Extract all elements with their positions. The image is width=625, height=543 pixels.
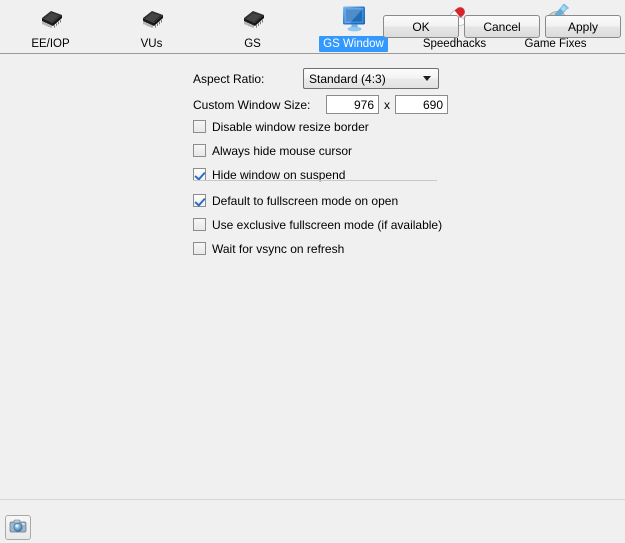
screenshot-button[interactable] (5, 515, 31, 540)
toolbar-item-vus[interactable]: VUs (101, 0, 202, 52)
checkbox-use-exclusive-fullscreen-mode[interactable]: Use exclusive fullscreen mode (if availa… (193, 216, 442, 233)
aspect-ratio-select[interactable]: Standard (4:3) (303, 68, 439, 89)
toolbar-item-label: GS (244, 38, 261, 50)
checkbox-box[interactable] (193, 242, 206, 255)
toolbar-item-label: GS Window (319, 36, 388, 52)
chevron-down-icon (423, 76, 431, 81)
checkbox-label: Wait for vsync on refresh (212, 241, 345, 256)
window-height-input[interactable] (395, 95, 448, 114)
checkbox-disable-window-resize-border[interactable]: Disable window resize border (193, 118, 369, 135)
ok-button[interactable]: OK (383, 15, 459, 38)
checkbox-wait-for-vsync-on-refresh[interactable]: Wait for vsync on refresh (193, 240, 344, 257)
camera-icon (9, 518, 27, 537)
chip-icon (237, 4, 269, 34)
toolbar-item-label: Game Fixes (524, 38, 587, 50)
checkbox-label: Disable window resize border (212, 119, 369, 134)
chip-icon (136, 4, 168, 34)
apply-button[interactable]: Apply (545, 15, 621, 38)
toolbar-item-label: Speedhacks (422, 38, 487, 50)
size-separator: x (384, 97, 390, 112)
custom-window-size-label: Custom Window Size: (193, 97, 311, 112)
toolbar-item-label: EE/IOP (31, 38, 70, 50)
toolbar-item-ee-iop[interactable]: EE/IOP (0, 0, 101, 52)
window-width-input[interactable] (326, 95, 379, 114)
custom-window-size-row: Custom Window Size: x (193, 95, 448, 114)
toolbar-item-gs[interactable]: GS (202, 0, 303, 52)
checkbox-label: Always hide mouse cursor (212, 143, 353, 158)
checkbox-label: Default to fullscreen mode on open (212, 193, 399, 208)
aspect-ratio-label: Aspect Ratio: (193, 71, 265, 86)
settings-panel: Aspect Ratio: Standard (4:3) Custom Wind… (0, 54, 625, 499)
dialog-footer (0, 499, 625, 543)
toolbar-item-label: VUs (140, 38, 163, 50)
checkbox-always-hide-mouse-cursor[interactable]: Always hide mouse cursor (193, 142, 352, 159)
checkbox-label: Use exclusive fullscreen mode (if availa… (212, 217, 443, 232)
checkbox-box[interactable] (193, 218, 206, 231)
checkbox-box[interactable] (193, 194, 206, 207)
chip-icon (35, 4, 67, 34)
aspect-ratio-row: Aspect Ratio: Standard (4:3) (193, 68, 439, 89)
monitor-icon (338, 4, 370, 34)
aspect-ratio-value: Standard (4:3) (309, 71, 386, 86)
checkbox-box[interactable] (193, 144, 206, 157)
checkbox-default-to-fullscreen-mode-on-open[interactable]: Default to fullscreen mode on open (193, 192, 398, 209)
cancel-button[interactable]: Cancel (464, 15, 540, 38)
checkbox-box[interactable] (193, 120, 206, 133)
group-separator (193, 180, 437, 181)
